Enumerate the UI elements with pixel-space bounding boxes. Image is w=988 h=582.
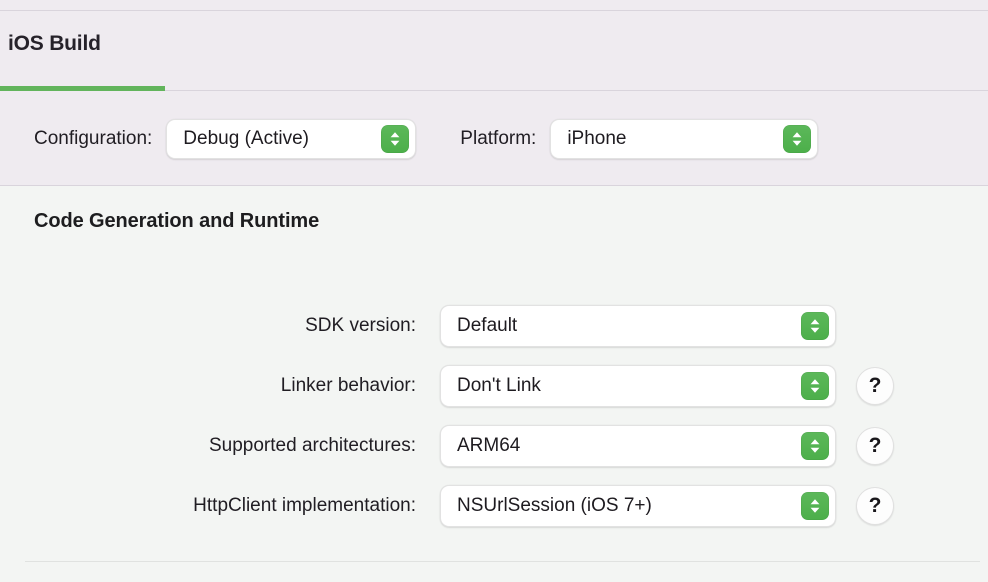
settings-row-label: SDK version: [305, 315, 416, 336]
platform-select[interactable]: iPhone [550, 118, 819, 159]
settings-row: SDK version: Default [0, 296, 988, 356]
settings-form-rows: SDK version: Default Linker behavior: Don't… [0, 296, 988, 536]
section-bottom-divider [25, 561, 980, 562]
chevron-up-down-icon[interactable] [801, 432, 829, 460]
platform-label: Platform: [460, 127, 537, 149]
settings-row: Linker behavior: Don't Link? [0, 356, 988, 416]
configuration-select[interactable]: Debug (Active) [166, 118, 417, 159]
tab-ios-build[interactable]: iOS Build [0, 11, 165, 91]
chevron-up-down-icon[interactable] [801, 492, 829, 520]
chevron-up-down-icon[interactable] [381, 124, 410, 153]
help-button[interactable]: ? [856, 427, 894, 465]
question-mark-icon: ? [868, 374, 882, 397]
question-mark-icon: ? [868, 434, 882, 457]
settings-content-pane: Code Generation and Runtime SDK version:… [0, 186, 988, 580]
chevron-up-down-icon[interactable] [801, 372, 829, 400]
configuration-select-value: Debug (Active) [183, 127, 309, 149]
settings-header-pane: iOS Build Configuration: Debug (Active) … [0, 0, 988, 186]
settings-row-select-value: Don't Link [457, 375, 541, 396]
platform-select-value: iPhone [567, 127, 627, 149]
settings-row-select-value: ARM64 [457, 435, 521, 456]
settings-row-select-value: NSUrlSession (iOS 7+) [457, 495, 652, 516]
settings-row-select-value: Default [457, 315, 518, 336]
build-toolbar: Configuration: Debug (Active) Platform: … [0, 91, 988, 186]
settings-row: HttpClient implementation: NSUrlSession (… [0, 476, 988, 536]
settings-row-select[interactable]: NSUrlSession (iOS 7+) [440, 485, 836, 527]
tab-ios-build-label: iOS Build [8, 32, 101, 55]
help-button-placeholder [836, 307, 894, 345]
settings-row-label: HttpClient implementation: [193, 495, 416, 516]
settings-row-label: Linker behavior: [280, 375, 416, 396]
window-top-hairline [0, 0, 988, 11]
tabstrip: iOS Build [0, 11, 988, 91]
settings-row: Supported architectures: ARM64? [0, 416, 988, 476]
help-button[interactable]: ? [856, 487, 894, 525]
section-title-code-generation-and-runtime: Code Generation and Runtime [34, 210, 320, 232]
settings-row-select[interactable]: Default [440, 305, 836, 347]
configuration-field: Configuration: Debug (Active) [34, 118, 417, 159]
platform-field: Platform: iPhone [460, 118, 819, 159]
chevron-up-down-icon[interactable] [783, 124, 812, 153]
settings-row-select[interactable]: ARM64 [440, 425, 836, 467]
settings-row-select[interactable]: Don't Link [440, 365, 836, 407]
chevron-up-down-icon[interactable] [801, 312, 829, 340]
configuration-label: Configuration: [34, 127, 153, 149]
settings-row-label: Supported architectures: [208, 435, 416, 456]
help-button[interactable]: ? [856, 367, 894, 405]
question-mark-icon: ? [868, 494, 882, 517]
